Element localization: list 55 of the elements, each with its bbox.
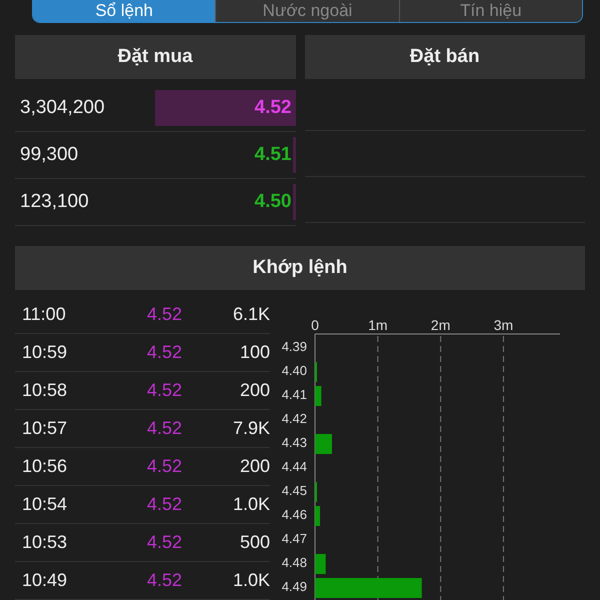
trade-volume: 500 <box>238 532 270 553</box>
column-header: Đặt bán <box>304 35 585 79</box>
axis-tick-label: 0 <box>311 317 319 333</box>
trade-time: 10:54 <box>21 494 68 515</box>
trade-price: 4.52 <box>146 342 182 363</box>
trade-volume: 7.9K <box>232 418 270 439</box>
bid-volume: 99,300 <box>19 144 80 166</box>
tab[interactable]: Nước ngoài <box>215 0 399 22</box>
trade-price: 4.52 <box>146 418 182 439</box>
trade-price: 4.52 <box>146 304 182 325</box>
axis-tick-label: 4.45 <box>282 483 307 498</box>
axis-tick-label: 4.40 <box>282 363 307 378</box>
trade-time: 10:58 <box>21 380 68 401</box>
bid-price: 4.51 <box>254 144 292 166</box>
trade-time: 10:57 <box>21 418 68 439</box>
axis-tick-label: 4.48 <box>282 555 307 570</box>
trade-time: 10:53 <box>21 532 68 553</box>
axis-tick-label: 3m <box>494 317 514 333</box>
trade-time: 11:00 <box>21 304 67 325</box>
trade-time: 10:59 <box>21 342 68 363</box>
tab[interactable]: Tín hiệu <box>398 0 582 22</box>
trade-time: 10:56 <box>21 456 68 477</box>
trade-price: 4.52 <box>146 570 182 591</box>
bid-price: 4.52 <box>254 97 292 119</box>
trade-volume: 6.1K <box>232 304 270 325</box>
axis-tick-label: 4.42 <box>282 411 307 426</box>
axis-tick-label: 4.44 <box>282 459 307 474</box>
axis-tick-label: 1m <box>368 317 388 333</box>
axis-tick-label: 4.43 <box>282 435 307 450</box>
trade-volume: 200 <box>238 456 270 477</box>
trade-price: 4.52 <box>146 456 182 477</box>
tab[interactable]: Sổ lệnh <box>33 0 216 22</box>
trade-volume: 1.0K <box>232 570 270 591</box>
axis-tick-label: 4.47 <box>282 531 307 546</box>
trade-time: 10:49 <box>21 570 68 591</box>
axis-tick-label: 2m <box>430 317 450 333</box>
axis-tick-label: 4.41 <box>282 387 307 402</box>
trade-volume: 200 <box>238 380 270 401</box>
section-header: Khớp lệnh <box>15 246 585 290</box>
trade-volume: 100 <box>238 342 270 363</box>
axis-tick-label: 4.49 <box>282 579 307 594</box>
volume-bar <box>315 386 322 406</box>
trade-price: 4.52 <box>146 380 182 401</box>
trade-price: 4.52 <box>146 532 182 553</box>
volume-bar <box>315 554 326 574</box>
bid-volume: 3,304,200 <box>19 97 106 119</box>
axis-tick-label: 4.39 <box>282 339 307 354</box>
volume-bar <box>315 434 332 454</box>
trade-price: 4.52 <box>146 494 182 515</box>
volume-bar <box>315 506 320 526</box>
bid-volume: 123,100 <box>19 191 90 213</box>
trade-volume: 1.0K <box>232 494 270 515</box>
column-header: Đặt mua <box>15 35 296 79</box>
axis-tick-label: 4.46 <box>282 507 307 522</box>
bid-price: 4.50 <box>254 191 292 213</box>
